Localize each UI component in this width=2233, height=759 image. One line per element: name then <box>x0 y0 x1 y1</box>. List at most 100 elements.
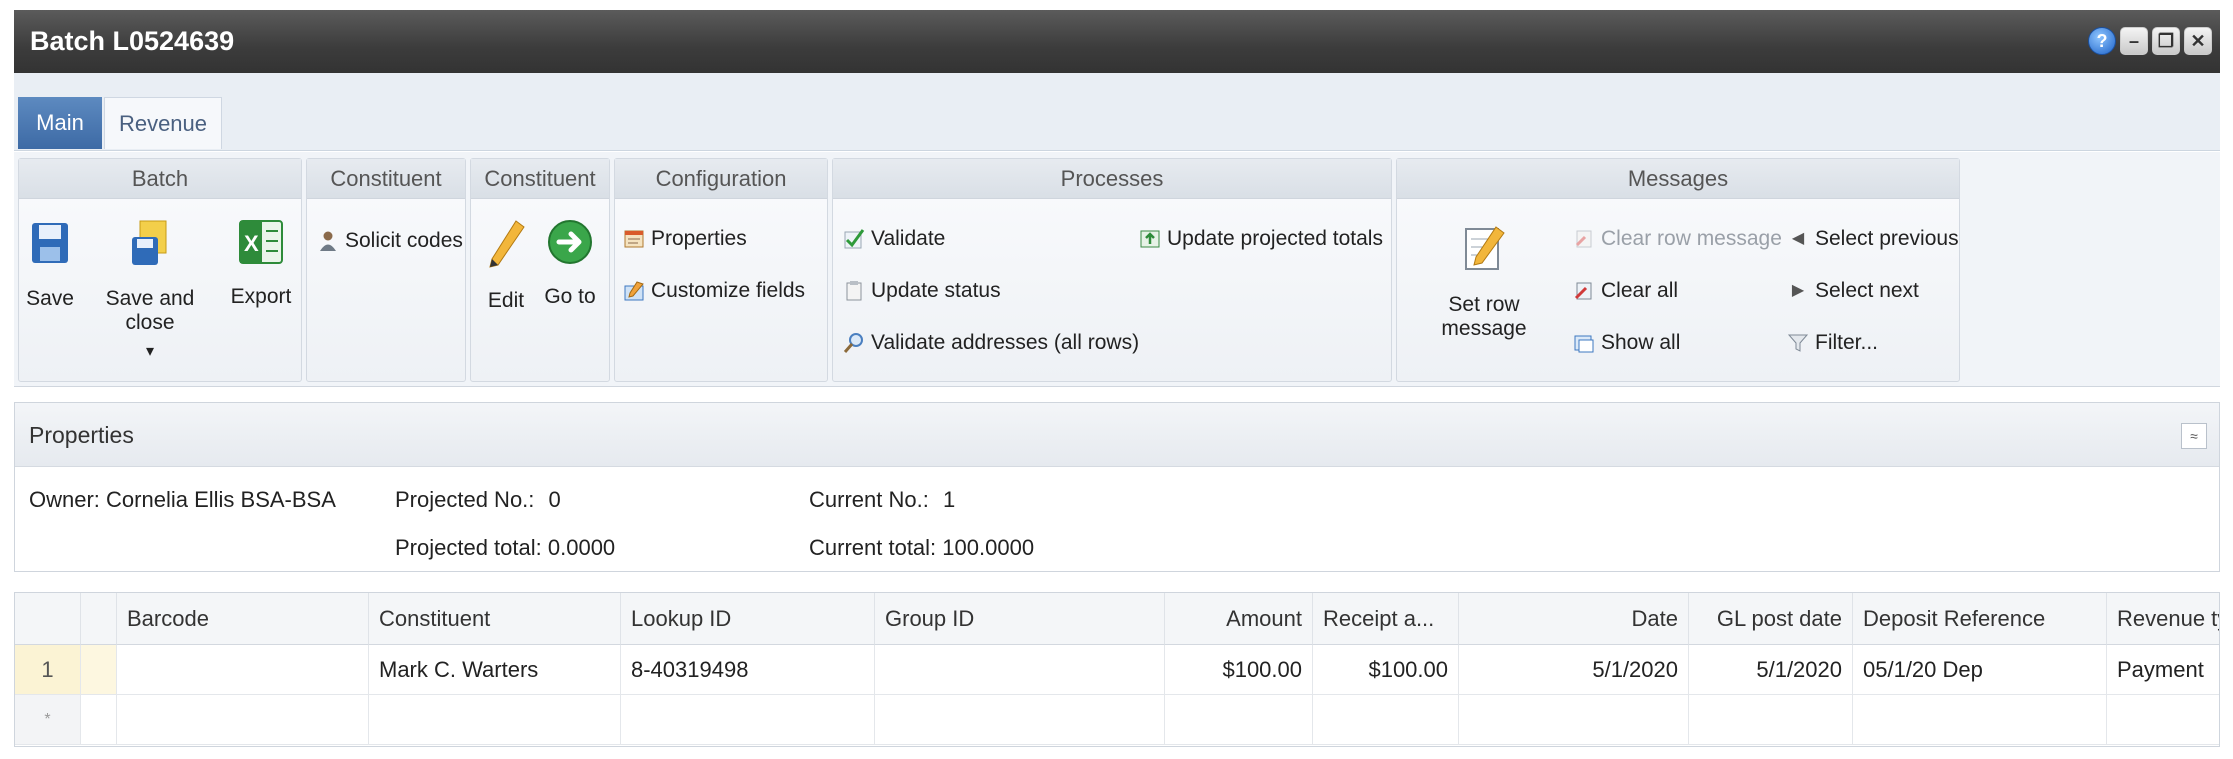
note-pencil-icon <box>1465 226 1505 270</box>
export-label: Export <box>230 285 292 308</box>
save-and-close-icon <box>132 220 167 265</box>
customize-fields-button[interactable]: Customize fields <box>623 279 805 303</box>
cell-revenue-type[interactable]: Payment <box>2107 645 2219 695</box>
row-indicator <box>81 645 117 695</box>
new-cell-lookup-id[interactable] <box>621 695 875 745</box>
column-header-amount[interactable]: Amount <box>1165 593 1313 645</box>
clipboard-icon <box>846 281 862 301</box>
svg-text:X: X <box>244 231 259 256</box>
properties-icon <box>624 230 644 248</box>
row-number[interactable]: 1 <box>15 645 81 695</box>
cell-date[interactable]: 5/1/2020 <box>1459 645 1689 695</box>
group-title-processes: Processes <box>833 159 1391 199</box>
cell-group-id[interactable] <box>875 645 1165 695</box>
close-button[interactable]: ✕ <box>2184 27 2212 55</box>
help-icon[interactable]: ? <box>2088 27 2116 55</box>
dropdown-arrow-icon[interactable]: ▾ <box>81 341 219 361</box>
solicit-codes-label: Solicit codes <box>345 229 463 252</box>
export-button[interactable]: X Export <box>227 219 295 309</box>
set-row-message-button[interactable]: Set row message <box>1403 223 1565 341</box>
column-header-barcode[interactable]: Barcode <box>117 593 369 645</box>
new-cell-deposit-reference[interactable] <box>1853 695 2107 745</box>
validate-addresses-label: Validate addresses (all rows) <box>871 331 1140 354</box>
ribbon-group-messages: Messages Set row message Clear row messa… <box>1396 158 1960 382</box>
properties-header[interactable]: Properties ≈ <box>15 403 2219 467</box>
clear-row-message-button[interactable]: Clear row message <box>1573 227 1782 251</box>
triangle-right-icon: ▶ <box>1791 282 1805 299</box>
select-previous-label: Select previous <box>1815 227 1959 250</box>
owner-field: Owner: Cornelia Ellis BSA-BSA <box>29 487 336 513</box>
cell-lookup-id[interactable]: 8-40319498 <box>621 645 875 695</box>
funnel-icon <box>1787 334 1809 352</box>
update-status-button[interactable]: Update status <box>843 279 1001 303</box>
tab-revenue[interactable]: Revenue <box>104 97 222 149</box>
collapse-icon[interactable]: ≈ <box>2181 423 2207 449</box>
save-and-close-label: Save and close <box>105 287 195 334</box>
new-cell-barcode[interactable] <box>117 695 369 745</box>
triangle-left-icon: ◀ <box>1791 230 1805 247</box>
minimize-button[interactable]: – <box>2120 27 2148 55</box>
cell-receipt-amount[interactable]: $100.00 <box>1313 645 1459 695</box>
column-header-revenue-type[interactable]: Revenue ty <box>2107 593 2219 645</box>
save-label: Save <box>26 287 74 310</box>
new-cell-constituent[interactable] <box>369 695 621 745</box>
column-header-deposit-reference[interactable]: Deposit Reference <box>1853 593 2107 645</box>
column-header-group-id[interactable]: Group ID <box>875 593 1165 645</box>
column-header-lookup-id[interactable]: Lookup ID <box>621 593 875 645</box>
tab-strip: Main Revenue <box>14 73 2220 151</box>
person-icon <box>320 231 336 251</box>
edit-label: Edit <box>487 289 525 312</box>
cell-barcode[interactable] <box>117 645 369 695</box>
current-total-value: 100.0000 <box>942 535 1035 560</box>
current-no-label: Current No.: <box>809 487 929 512</box>
column-header-constituent[interactable]: Constituent <box>369 593 621 645</box>
new-cell-revenue-type[interactable] <box>2107 695 2219 745</box>
update-status-label: Update status <box>871 279 1001 302</box>
cell-constituent[interactable]: Mark C. Warters <box>369 645 621 695</box>
ribbon-group-processes: Processes Validate Update status Validat… <box>832 158 1392 382</box>
select-next-button[interactable]: ▶ Select next <box>1787 279 1919 303</box>
show-all-button[interactable]: Show all <box>1573 331 1680 355</box>
select-previous-button[interactable]: ◀ Select previous <box>1787 227 1959 251</box>
filter-button[interactable]: Filter... <box>1787 331 1878 355</box>
group-title-messages: Messages <box>1397 159 1959 199</box>
new-cell-gl-post-date[interactable] <box>1689 695 1853 745</box>
edit-button[interactable]: Edit <box>481 219 531 313</box>
checkmark-icon <box>844 229 865 249</box>
batch-grid: Barcode Constituent Lookup ID Group ID A… <box>14 592 2220 747</box>
column-header-receipt-amount[interactable]: Receipt a... <box>1313 593 1459 645</box>
validate-button[interactable]: Validate <box>843 227 945 251</box>
save-button[interactable]: Save <box>25 219 75 311</box>
new-cell-amount[interactable] <box>1165 695 1313 745</box>
new-cell-group-id[interactable] <box>875 695 1165 745</box>
solicit-codes-button[interactable]: Solicit codes <box>317 229 463 253</box>
properties-button[interactable]: Properties <box>623 227 747 251</box>
clear-all-icon <box>1574 282 1592 300</box>
validate-addresses-button[interactable]: Validate addresses (all rows) <box>843 331 1139 355</box>
restore-button[interactable]: ❐ <box>2152 27 2180 55</box>
grid-corner <box>15 593 81 645</box>
ribbon-group-batch: Batch Save Save and close ▾ X Export <box>18 158 302 382</box>
properties-panel: Properties ≈ Owner: Cornelia Ellis BSA-B… <box>14 402 2220 572</box>
new-row-marker[interactable]: * <box>15 695 81 745</box>
cell-amount[interactable]: $100.00 <box>1165 645 1313 695</box>
new-cell-date[interactable] <box>1459 695 1689 745</box>
ribbon-group-constituent-nav: Constituent Edit Go to <box>470 158 610 382</box>
new-cell-receipt-amount[interactable] <box>1313 695 1459 745</box>
tab-main[interactable]: Main <box>18 97 102 149</box>
clear-all-button[interactable]: Clear all <box>1573 279 1678 303</box>
cell-gl-post-date[interactable]: 5/1/2020 <box>1689 645 1853 695</box>
properties-title: Properties <box>29 422 134 448</box>
projected-total-value: 0.0000 <box>547 535 616 560</box>
customize-fields-label: Customize fields <box>651 279 806 302</box>
column-header-gl-post-date[interactable]: GL post date <box>1689 593 1853 645</box>
save-and-close-button[interactable]: Save and close ▾ <box>81 219 219 361</box>
window-controls: ? – ❐ ✕ <box>2088 27 2212 55</box>
magnifier-icon <box>843 333 863 353</box>
owner-label: Owner: <box>29 487 100 512</box>
cell-deposit-reference[interactable]: 05/1/20 Dep <box>1853 645 2107 695</box>
column-header-date[interactable]: Date <box>1459 593 1689 645</box>
go-to-button[interactable]: Go to <box>539 219 601 309</box>
update-projected-totals-button[interactable]: Update projected totals <box>1139 227 1383 251</box>
projected-total-field: Projected total: 0.0000 <box>395 535 615 561</box>
